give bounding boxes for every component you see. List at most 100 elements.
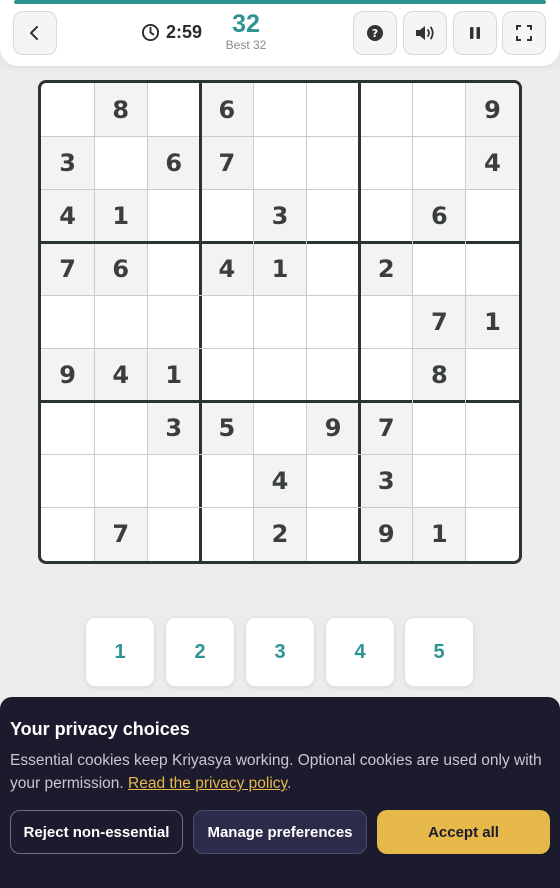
sudoku-cell[interactable] (413, 83, 466, 136)
manage-preferences-button[interactable]: Manage preferences (193, 810, 367, 854)
sudoku-cell[interactable]: 8 (412, 348, 466, 402)
number-key-4[interactable]: 4 (325, 617, 395, 687)
sudoku-cell[interactable] (466, 242, 519, 295)
help-button[interactable]: ? (353, 11, 397, 55)
box-divider-horizontal (41, 240, 519, 244)
sudoku-cell[interactable] (200, 508, 253, 561)
sudoku-cell[interactable] (147, 455, 200, 508)
clock-icon (141, 23, 160, 41)
sudoku-cell[interactable] (307, 242, 360, 295)
sudoku-cell[interactable]: 8 (94, 83, 148, 137)
sudoku-cell[interactable] (147, 508, 200, 561)
sudoku-cell[interactable] (253, 136, 306, 189)
sudoku-cell[interactable] (307, 508, 360, 561)
best-score: Best 32 (225, 38, 267, 52)
sudoku-cell[interactable]: 7 (412, 295, 466, 349)
sudoku-cell[interactable]: 1 (465, 295, 519, 349)
sudoku-cell[interactable]: 6 (200, 83, 254, 137)
sudoku-cell[interactable] (413, 402, 466, 455)
sudoku-cell[interactable]: 1 (412, 507, 466, 561)
sudoku-cell[interactable]: 7 (41, 242, 95, 296)
sudoku-cell[interactable] (253, 349, 306, 402)
sudoku-cell[interactable] (200, 189, 253, 242)
sudoku-cell[interactable]: 7 (359, 401, 413, 455)
sudoku-cell[interactable] (466, 455, 519, 508)
sudoku-cell[interactable] (253, 295, 306, 348)
reject-non-essential-button[interactable]: Reject non-essential (10, 810, 183, 854)
sudoku-cell[interactable]: 9 (41, 348, 95, 402)
sudoku-cell[interactable] (200, 455, 253, 508)
sudoku-cell[interactable]: 5 (200, 401, 254, 455)
sudoku-cell[interactable]: 7 (200, 136, 254, 190)
sudoku-cell[interactable] (466, 402, 519, 455)
sudoku-cell[interactable] (307, 455, 360, 508)
number-key-5[interactable]: 5 (404, 617, 474, 687)
sudoku-cell[interactable] (94, 136, 147, 189)
sudoku-cell[interactable]: 3 (41, 136, 95, 190)
sudoku-cell[interactable] (413, 242, 466, 295)
sudoku-cell[interactable] (360, 83, 413, 136)
sudoku-cell[interactable] (466, 189, 519, 242)
sudoku-cell[interactable]: 9 (306, 401, 360, 455)
sudoku-cell[interactable]: 2 (253, 507, 307, 561)
sudoku-cell[interactable] (466, 508, 519, 561)
sudoku-cell[interactable] (360, 189, 413, 242)
sudoku-cell[interactable]: 3 (253, 189, 307, 243)
sudoku-cell[interactable] (253, 402, 306, 455)
sudoku-cell[interactable] (360, 295, 413, 348)
sudoku-cell[interactable]: 2 (359, 242, 413, 296)
back-button[interactable] (13, 11, 57, 55)
number-key-1[interactable]: 1 (85, 617, 155, 687)
sudoku-cell[interactable] (41, 83, 94, 136)
accept-all-button[interactable]: Accept all (377, 810, 550, 854)
svg-text:?: ? (372, 27, 378, 40)
sudoku-cell[interactable]: 6 (94, 242, 148, 296)
sudoku-cell[interactable]: 1 (94, 189, 148, 243)
sudoku-cell[interactable] (94, 402, 147, 455)
sudoku-cell[interactable] (307, 136, 360, 189)
sudoku-cell[interactable]: 4 (465, 136, 519, 190)
sudoku-cell[interactable] (200, 295, 253, 348)
sudoku-cell[interactable] (307, 83, 360, 136)
sudoku-cell[interactable] (94, 295, 147, 348)
sudoku-cell[interactable] (41, 295, 94, 348)
sudoku-cell[interactable] (147, 295, 200, 348)
sudoku-cell[interactable] (307, 349, 360, 402)
sound-button[interactable] (403, 11, 447, 55)
sudoku-cell[interactable] (41, 455, 94, 508)
sudoku-cell[interactable] (94, 455, 147, 508)
privacy-policy-link[interactable]: Read the privacy policy (128, 775, 287, 792)
sudoku-cell[interactable] (360, 349, 413, 402)
sudoku-cell[interactable]: 6 (147, 136, 201, 190)
sudoku-cell[interactable]: 3 (147, 401, 201, 455)
sudoku-cell[interactable]: 9 (359, 507, 413, 561)
sudoku-cell[interactable] (41, 402, 94, 455)
number-key-3[interactable]: 3 (245, 617, 315, 687)
sudoku-cell[interactable] (147, 242, 200, 295)
sudoku-cell[interactable]: 9 (465, 83, 519, 137)
sudoku-cell[interactable]: 1 (253, 242, 307, 296)
sudoku-cell[interactable] (413, 455, 466, 508)
sudoku-cell[interactable]: 4 (94, 348, 148, 402)
sudoku-cell[interactable]: 4 (200, 242, 254, 296)
sudoku-cell[interactable] (466, 349, 519, 402)
sudoku-cell[interactable]: 3 (359, 454, 413, 508)
sudoku-cell[interactable] (307, 189, 360, 242)
number-key-2[interactable]: 2 (165, 617, 235, 687)
sudoku-cell[interactable] (307, 295, 360, 348)
sudoku-cell[interactable]: 4 (253, 454, 307, 508)
sudoku-cell[interactable]: 7 (94, 507, 148, 561)
sudoku-cell[interactable]: 6 (412, 189, 466, 243)
box-divider-horizontal (41, 400, 519, 404)
sudoku-cell[interactable] (200, 349, 253, 402)
sudoku-cell[interactable] (360, 136, 413, 189)
pause-button[interactable] (453, 11, 497, 55)
fullscreen-button[interactable] (502, 11, 546, 55)
sudoku-cell[interactable]: 4 (41, 189, 95, 243)
sudoku-cell[interactable] (413, 136, 466, 189)
sudoku-cell[interactable] (253, 83, 306, 136)
sudoku-cell[interactable] (147, 189, 200, 242)
sudoku-cell[interactable] (147, 83, 200, 136)
sudoku-cell[interactable] (41, 508, 94, 561)
sudoku-cell[interactable]: 1 (147, 348, 201, 402)
